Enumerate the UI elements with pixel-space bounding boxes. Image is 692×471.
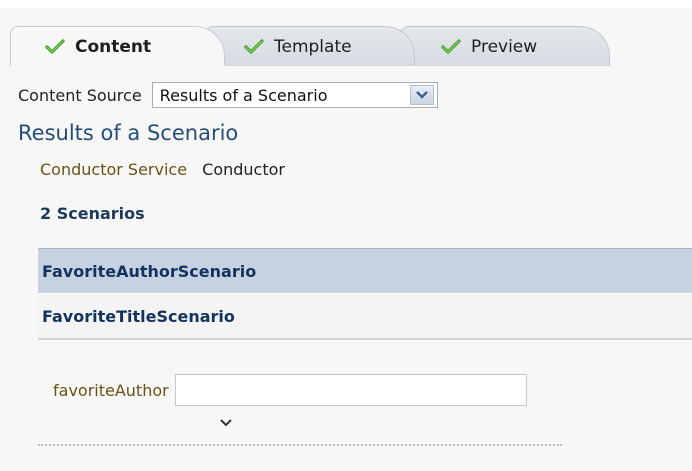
tab-bar: Content Template Preview [0,8,692,66]
service-label: Conductor Service [40,160,188,179]
tab-template[interactable]: Template [205,26,415,66]
parameter-row: favoriteAuthor [53,374,527,406]
tab-preview-label: Preview [471,36,538,57]
content-source-select[interactable]: Results of a Scenario [151,82,438,108]
dotted-divider [38,444,562,447]
content-source-value: Results of a Scenario [159,85,328,105]
chevron-down-icon [415,91,428,99]
service-row: Conductor Service Conductor [40,160,285,179]
top-strip [0,0,692,8]
dropdown-button[interactable] [409,85,434,105]
scenario-row-favorite-author[interactable]: FavoriteAuthorScenario [38,248,692,294]
scenario-row-favorite-title[interactable]: FavoriteTitleScenario [38,294,692,340]
content-editor-panel: Content Template Preview Content Source … [0,0,692,471]
service-value: Conductor [202,160,285,179]
check-icon [441,38,461,54]
chevron-down-icon[interactable] [218,416,234,430]
tab-template-label: Template [274,36,352,57]
parameter-label: favoriteAuthor [53,380,169,400]
scenario-count: 2 Scenarios [40,204,145,223]
tab-content[interactable]: Content [10,26,225,66]
tab-preview[interactable]: Preview [400,26,610,66]
scenario-list: FavoriteAuthorScenario FavoriteTitleScen… [38,248,692,340]
section-title: Results of a Scenario [18,121,239,145]
check-icon [244,38,264,54]
content-source-label: Content Source [18,85,142,105]
check-icon [45,38,65,54]
tab-content-label: Content [75,36,152,57]
content-source-row: Content Source Results of a Scenario [18,82,438,108]
favorite-author-input[interactable] [174,374,527,406]
